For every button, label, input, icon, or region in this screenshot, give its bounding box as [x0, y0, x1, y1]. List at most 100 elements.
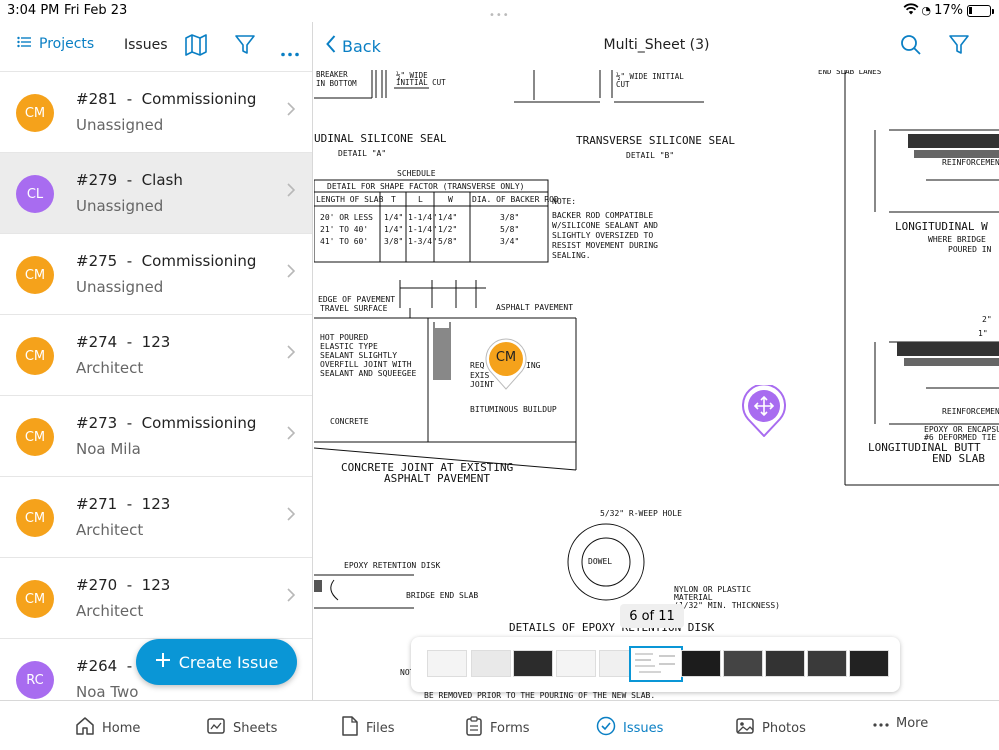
- issue-assignee: Architect: [76, 602, 144, 620]
- filter-icon[interactable]: [948, 34, 970, 60]
- tab-home[interactable]: Home: [75, 716, 140, 740]
- drawing-text: REINFORCEMEN: [942, 158, 999, 167]
- drawing-text: ASPHALT PAVEMENT: [384, 472, 490, 485]
- issue-row[interactable]: CM #271 - 123 Architect: [0, 477, 312, 558]
- search-icon[interactable]: [900, 34, 922, 60]
- drawing-text: 20' OR LESS: [320, 213, 373, 222]
- create-issue-button[interactable]: Create Issue: [136, 639, 297, 685]
- drawing-text: 5/8": [438, 237, 457, 246]
- drawing-text: SCHEDULE: [397, 169, 436, 178]
- drawing-text: 2": [982, 315, 992, 324]
- sheet-thumbnail[interactable]: [427, 650, 467, 677]
- svg-text:TRAVEL SURFACE: TRAVEL SURFACE: [320, 304, 388, 313]
- multitask-handle[interactable]: •••: [489, 10, 510, 21]
- issue-row[interactable]: CM #275 - Commissioning Unassigned: [0, 234, 312, 315]
- drawing-text: 5/8": [500, 225, 519, 234]
- sheet-thumbnail[interactable]: [556, 650, 596, 677]
- drawing-text: BE REMOVED PRIOR TO THE POURING OF THE N…: [424, 691, 655, 700]
- tab-sheets[interactable]: Sheets: [206, 716, 277, 740]
- sheets-icon: [206, 716, 226, 740]
- avatar: CM: [16, 580, 54, 618]
- svg-text:(1/32" MIN. THICKNESS): (1/32" MIN. THICKNESS): [674, 601, 780, 610]
- tab-label: Issues: [623, 720, 664, 736]
- drawing-text: 3/8": [384, 237, 403, 246]
- sheet-title: Multi_Sheet (3): [603, 37, 710, 53]
- tab-label: Sheets: [233, 720, 278, 736]
- avatar: CM: [16, 418, 54, 456]
- drawing-text: CONCRETE: [330, 417, 369, 426]
- drawing-text: 1/4": [384, 225, 403, 234]
- drawing-text: DOWEL: [588, 557, 612, 566]
- map-icon[interactable]: [184, 34, 208, 60]
- tab-label: Files: [366, 720, 395, 736]
- issues-header: Projects Issues: [0, 22, 312, 72]
- drawing-text: BREAKER: [316, 70, 348, 79]
- drawing-text: W: [448, 195, 453, 204]
- sheet-thumbnail[interactable]: [807, 650, 847, 677]
- sheet-thumbnail[interactable]: [513, 650, 553, 677]
- chevron-right-icon: [287, 102, 296, 120]
- chevron-right-icon: [287, 345, 296, 363]
- issue-title: #274 - 123: [76, 333, 171, 351]
- more-options-icon[interactable]: [281, 42, 299, 61]
- pin-initials: CM: [495, 350, 517, 365]
- filter-icon[interactable]: [234, 34, 256, 60]
- tab-files[interactable]: Files: [341, 716, 395, 740]
- create-issue-label: Create Issue: [178, 652, 279, 672]
- drawing-text: 1-1/4": [408, 213, 437, 222]
- sheet-thumbnail[interactable]: [765, 650, 805, 677]
- issue-pin[interactable]: CM: [485, 338, 527, 394]
- svg-text:RESIST MOVEMENT DURING: RESIST MOVEMENT DURING: [552, 241, 658, 250]
- tab-label: More: [896, 716, 929, 731]
- page-indicator: 6 of 11: [620, 604, 684, 628]
- drawing-text: DETAIL "A": [338, 149, 386, 158]
- issues-icon: [596, 716, 616, 740]
- issue-row[interactable]: CM #274 - 123 Architect: [0, 315, 312, 396]
- tab-photos[interactable]: Photos: [735, 716, 806, 740]
- issue-row[interactable]: CM #273 - Commissioning Noa Mila: [0, 396, 312, 477]
- drawing-text: END SLAB: [932, 452, 985, 465]
- tab-forms[interactable]: Forms: [465, 716, 530, 740]
- drawing-text: 3/8": [500, 213, 519, 222]
- issue-assignee: Noa Mila: [76, 440, 141, 458]
- files-icon: [341, 716, 359, 740]
- issue-title: #281 - Commissioning: [76, 90, 257, 108]
- drawing-text: DETAIL "B": [626, 151, 674, 160]
- drawing-text: 1-3/4": [408, 237, 437, 246]
- move-pin[interactable]: [742, 383, 786, 441]
- drawing-text: BITUMINOUS BUILDUP: [470, 405, 557, 414]
- issue-row[interactable]: CM #270 - 123 Architect: [0, 558, 312, 639]
- sheet-thumbnail[interactable]: [681, 650, 721, 677]
- forms-icon: [465, 716, 483, 740]
- projects-button[interactable]: Projects: [17, 36, 94, 52]
- drawing-text: NOTE:: [552, 197, 576, 206]
- sheet-thumbnail-strip[interactable]: [411, 637, 900, 692]
- drawing-text: BRIDGE END SLAB: [406, 591, 478, 600]
- avatar: CL: [16, 175, 54, 213]
- tab-issues[interactable]: Issues: [596, 716, 663, 740]
- svg-text:OVERFILL JOINT WITH: OVERFILL JOINT WITH: [320, 360, 412, 369]
- issue-assignee: Unassigned: [76, 278, 164, 296]
- orientation-lock-icon: ◔: [921, 4, 931, 17]
- status-time: 3:04 PM: [7, 3, 60, 18]
- svg-text:W/SILICONE SEALANT AND: W/SILICONE SEALANT AND: [552, 221, 658, 230]
- sheet-thumbnail[interactable]: [849, 650, 889, 677]
- svg-text:HOT POURED: HOT POURED: [320, 333, 368, 342]
- photos-icon: [735, 716, 755, 740]
- drawing-text: LENGTH OF SLAB: [316, 195, 384, 204]
- sheet-thumbnail[interactable]: [723, 650, 763, 677]
- chevron-right-icon: [287, 264, 296, 282]
- sheet-thumbnail-active[interactable]: [629, 646, 683, 682]
- status-date: Fri Feb 23: [64, 3, 128, 18]
- tab-label: Photos: [762, 720, 806, 736]
- plus-icon: [155, 652, 171, 672]
- projects-label: Projects: [39, 36, 95, 52]
- sheet-thumbnail[interactable]: [471, 650, 511, 677]
- tab-more[interactable]: More: [873, 716, 928, 731]
- issue-row[interactable]: CM #281 - Commissioning Unassigned: [0, 72, 312, 153]
- issue-title: #273 - Commissioning: [76, 414, 257, 432]
- tab-label: Forms: [490, 720, 530, 736]
- drawing-text: LONGITUDINAL W: [895, 220, 988, 233]
- drawing-text: POURED IN: [948, 245, 992, 254]
- issue-row[interactable]: CL #279 - Clash Unassigned: [0, 153, 312, 234]
